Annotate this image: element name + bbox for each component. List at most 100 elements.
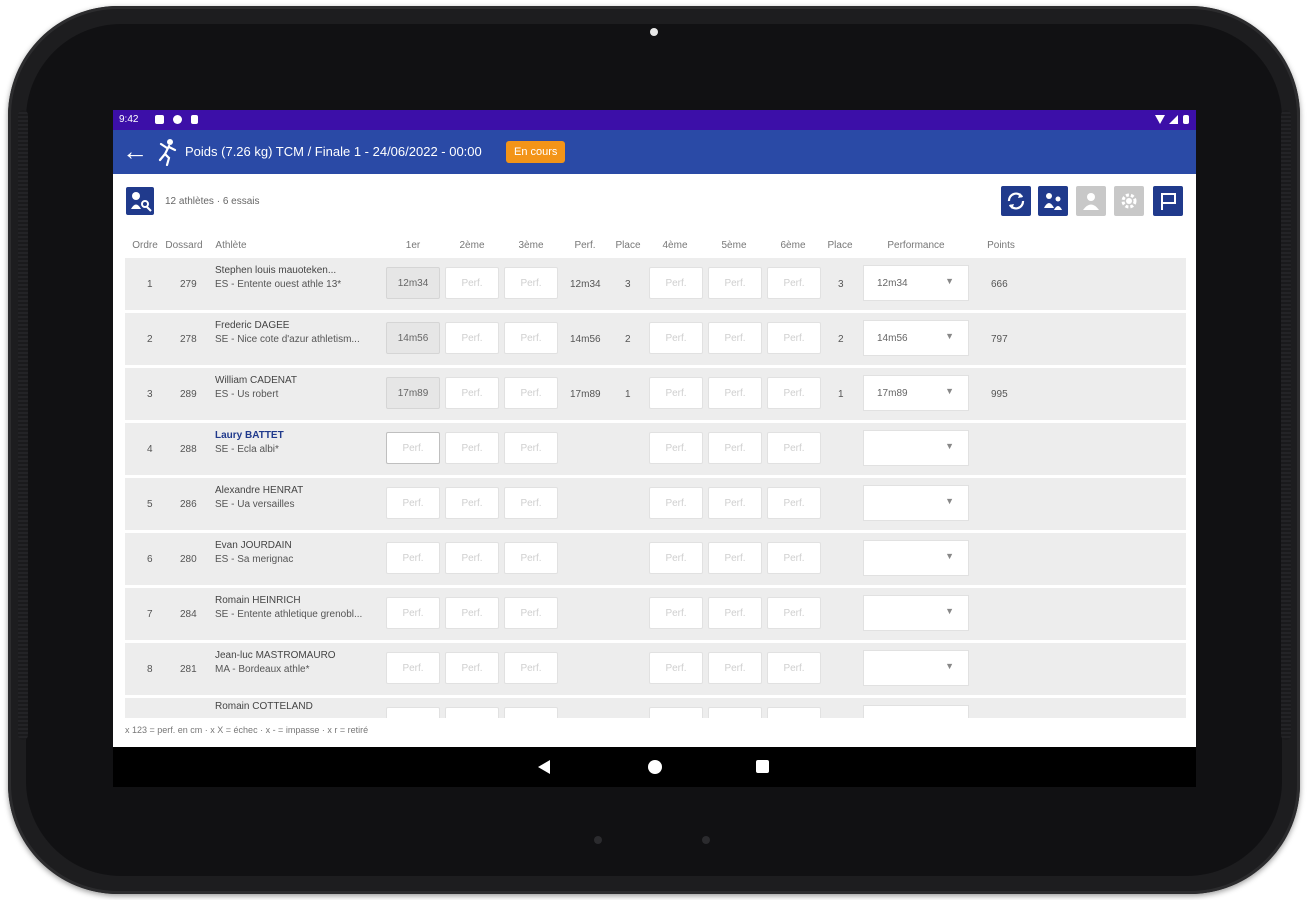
trial-5-input[interactable]: Perf. bbox=[708, 597, 762, 629]
trial-5-input[interactable]: Perf. bbox=[708, 377, 762, 409]
person-button[interactable] bbox=[1076, 186, 1106, 216]
row-order: 1 bbox=[147, 279, 153, 290]
status-badge: En cours bbox=[506, 141, 566, 163]
trial-3-input[interactable] bbox=[504, 707, 558, 718]
trial-3-input[interactable]: Perf. bbox=[504, 487, 558, 519]
trial-4-input[interactable]: Perf. bbox=[649, 487, 703, 519]
trial-4-input[interactable]: Perf. bbox=[649, 432, 703, 464]
trial-2-input[interactable]: Perf. bbox=[445, 322, 499, 354]
trial-4-input[interactable]: Perf. bbox=[649, 322, 703, 354]
table-row[interactable]: 4 288 Laury BATTET SE - Ecla albi* Perf.… bbox=[125, 423, 1186, 475]
nav-back-icon[interactable] bbox=[538, 760, 550, 774]
trial-6-input[interactable]: Perf. bbox=[767, 597, 821, 629]
performance-select[interactable]: ▼ bbox=[863, 540, 969, 576]
table-row[interactable]: 7 284 Romain HEINRICH SE - Entente athle… bbox=[125, 588, 1186, 640]
trial-3-input[interactable]: Perf. bbox=[504, 322, 558, 354]
trial-2-input[interactable]: Perf. bbox=[445, 487, 499, 519]
trial-5-input[interactable]: Perf. bbox=[708, 542, 762, 574]
athlete-name: Jean-luc MASTROMAURO bbox=[215, 650, 336, 661]
trial-2-input[interactable]: Perf. bbox=[445, 377, 499, 409]
trial-3-input[interactable]: Perf. bbox=[504, 542, 558, 574]
trial-5-input[interactable]: Perf. bbox=[708, 652, 762, 684]
trial-1-input[interactable]: Perf. bbox=[386, 432, 440, 464]
swap-athletes-button[interactable] bbox=[1038, 186, 1068, 216]
trial-4-input[interactable]: Perf. bbox=[649, 652, 703, 684]
table-row[interactable]: 5 286 Alexandre HENRAT SE - Ua versaille… bbox=[125, 478, 1186, 530]
performance-select[interactable]: ▼ bbox=[863, 595, 969, 631]
table-row[interactable]: 2 278 Frederic DAGEE SE - Nice cote d'az… bbox=[125, 313, 1186, 365]
performance-select[interactable]: 17m89 ▼ bbox=[863, 375, 969, 411]
table-row[interactable]: Romain COTTELAND bbox=[125, 698, 1186, 718]
trial-2-input[interactable]: Perf. bbox=[445, 652, 499, 684]
person-icon bbox=[1083, 193, 1099, 210]
trial-1-input[interactable] bbox=[386, 707, 440, 718]
trial-5-input[interactable]: Perf. bbox=[708, 322, 762, 354]
header-place-final: Place bbox=[827, 240, 853, 251]
input-legend: x 123 = perf. en cm · x X = échec · x - … bbox=[125, 725, 369, 735]
row-bib: 288 bbox=[180, 444, 197, 455]
trial-2-input[interactable]: Perf. bbox=[445, 597, 499, 629]
trial-4-input[interactable]: Perf. bbox=[649, 267, 703, 299]
trial-4-input[interactable]: Perf. bbox=[649, 597, 703, 629]
row-bib: 281 bbox=[180, 664, 197, 675]
arrow-back-icon[interactable]: ← bbox=[121, 138, 149, 166]
trial-4-input[interactable] bbox=[649, 707, 703, 718]
performance-select[interactable] bbox=[863, 705, 969, 718]
trial-3-input[interactable]: Perf. bbox=[504, 597, 558, 629]
trial-3-input[interactable]: Perf. bbox=[504, 432, 558, 464]
athletes-trials-icon[interactable] bbox=[126, 187, 154, 215]
row-final-place: 1 bbox=[838, 389, 844, 400]
nav-home-icon[interactable] bbox=[648, 760, 662, 774]
trial-1-input[interactable]: 17m89 bbox=[386, 377, 440, 409]
performance-select[interactable]: ▼ bbox=[863, 485, 969, 521]
trial-5-input[interactable]: Perf. bbox=[708, 487, 762, 519]
trial-4-input[interactable]: Perf. bbox=[649, 542, 703, 574]
table-row[interactable]: 8 281 Jean-luc MASTROMAURO MA - Bordeaux… bbox=[125, 643, 1186, 695]
row-place: 1 bbox=[625, 389, 631, 400]
trial-6-input[interactable]: Perf. bbox=[767, 377, 821, 409]
settings-button[interactable] bbox=[1114, 186, 1144, 216]
trial-3-input[interactable]: Perf. bbox=[504, 652, 558, 684]
trial-2-input[interactable]: Perf. bbox=[445, 432, 499, 464]
row-athlete: Frederic DAGEE SE - Nice cote d'azur ath… bbox=[215, 320, 385, 345]
trial-2-input[interactable] bbox=[445, 707, 499, 718]
flag-button[interactable] bbox=[1153, 186, 1183, 216]
trial-3-input[interactable]: Perf. bbox=[504, 267, 558, 299]
trial-2-input[interactable]: Perf. bbox=[445, 542, 499, 574]
performance-select[interactable]: ▼ bbox=[863, 650, 969, 686]
trial-6-input[interactable] bbox=[767, 707, 821, 718]
trial-6-input[interactable]: Perf. bbox=[767, 487, 821, 519]
trial-3-input[interactable]: Perf. bbox=[504, 377, 558, 409]
athlete-name: Stephen louis mauoteken... bbox=[215, 265, 337, 276]
trial-6-input[interactable]: Perf. bbox=[767, 267, 821, 299]
table-row[interactable]: 3 289 William CADENAT ES - Us robert 17m… bbox=[125, 368, 1186, 420]
row-order: 4 bbox=[147, 444, 153, 455]
trial-1-input[interactable]: Perf. bbox=[386, 542, 440, 574]
performance-select[interactable]: ▼ bbox=[863, 430, 969, 466]
trial-4-input[interactable]: Perf. bbox=[649, 377, 703, 409]
trial-1-input[interactable]: Perf. bbox=[386, 597, 440, 629]
trial-5-input[interactable]: Perf. bbox=[708, 267, 762, 299]
status-bar: 9:42 bbox=[113, 110, 1196, 130]
trial-2-input[interactable]: Perf. bbox=[445, 267, 499, 299]
trial-6-input[interactable]: Perf. bbox=[767, 652, 821, 684]
table-row[interactable]: 1 279 Stephen louis mauoteken... ES - En… bbox=[125, 258, 1186, 310]
trial-6-input[interactable]: Perf. bbox=[767, 432, 821, 464]
row-best-perf: 14m56 bbox=[570, 334, 601, 345]
table-row[interactable]: 6 280 Evan JOURDAIN ES - Sa merignac Per… bbox=[125, 533, 1186, 585]
refresh-button[interactable] bbox=[1001, 186, 1031, 216]
trial-1-input[interactable]: Perf. bbox=[386, 652, 440, 684]
performance-select[interactable]: 14m56 ▼ bbox=[863, 320, 969, 356]
athlete-name: Romain HEINRICH bbox=[215, 595, 301, 606]
trial-5-input[interactable] bbox=[708, 707, 762, 718]
gear-icon bbox=[1121, 193, 1137, 209]
trial-5-input[interactable]: Perf. bbox=[708, 432, 762, 464]
nav-recents-icon[interactable] bbox=[756, 760, 769, 773]
trial-1-input[interactable]: 14m56 bbox=[386, 322, 440, 354]
performance-select[interactable]: 12m34 ▼ bbox=[863, 265, 969, 301]
trial-6-input[interactable]: Perf. bbox=[767, 542, 821, 574]
trial-1-input[interactable]: 12m34 bbox=[386, 267, 440, 299]
trial-1-input[interactable]: Perf. bbox=[386, 487, 440, 519]
trial-6-input[interactable]: Perf. bbox=[767, 322, 821, 354]
row-athlete: Laury BATTET SE - Ecla albi* bbox=[215, 430, 385, 455]
